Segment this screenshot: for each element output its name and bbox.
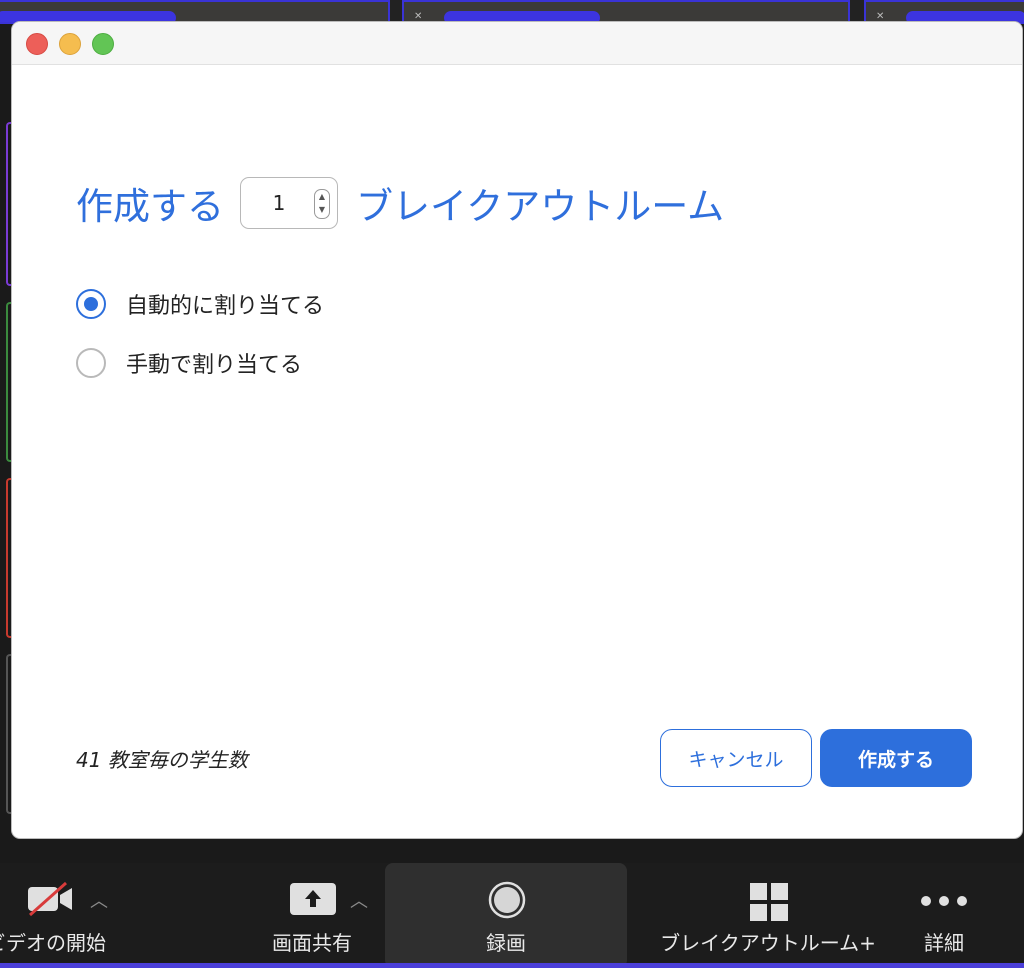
close-window-button[interactable] [26, 33, 48, 55]
students-per-room-text: 41 教室毎の学生数 [76, 748, 248, 772]
participant-tile [0, 0, 390, 24]
share-screen-icon [290, 883, 336, 915]
room-count-headline: 作成する 1 ▲ ▼ ブレイクアウトルーム [76, 174, 724, 232]
maximize-window-button[interactable] [92, 33, 114, 55]
start-video-button[interactable]: ︿ ビデオの開始 [0, 863, 130, 968]
participant-tiles: ✕ ✕ [0, 0, 1024, 24]
headline-suffix: ブレイクアウトルーム [356, 185, 725, 228]
more-label[interactable]: 詳細 [900, 927, 988, 956]
headline-prefix: 作成する [76, 185, 224, 228]
share-screen-button[interactable]: ︿ 画面共有 [250, 863, 380, 968]
video-options-chevron-icon[interactable]: ︿ [90, 887, 108, 913]
mic-muted-icon: ✕ [876, 11, 885, 22]
share-options-chevron-icon[interactable]: ︿ [350, 887, 368, 913]
create-button[interactable]: 作成する [820, 729, 972, 787]
create-breakout-rooms-dialog: 作成する 1 ▲ ▼ ブレイクアウトルーム 自動的に割り当てる 手動で割り当てる … [12, 22, 1022, 838]
start-video-label[interactable]: ビデオの開始 [0, 927, 116, 956]
cancel-button[interactable]: キャンセル [660, 729, 812, 787]
record-button[interactable]: 録画 [385, 863, 627, 968]
room-count-stepper[interactable]: 1 ▲ ▼ [240, 177, 338, 229]
meeting-toolbar: ︿ ビデオの開始 ︿ 画面共有 録画 ブレイクアウトルーム+ [0, 863, 1024, 968]
minimize-window-button[interactable] [59, 33, 81, 55]
breakout-rooms-label[interactable]: ブレイクアウトルーム+ [648, 927, 888, 956]
record-icon [488, 881, 526, 919]
room-count-value[interactable]: 1 [241, 191, 317, 215]
stepper-arrows-icon[interactable]: ▲ ▼ [314, 189, 330, 219]
window-titlebar [12, 22, 1022, 65]
assign-automatically-radio[interactable] [76, 289, 106, 319]
assign-automatically-option[interactable]: 自動的に割り当てる [76, 288, 324, 320]
breakout-rooms-button[interactable]: ブレイクアウトルーム+ [648, 863, 888, 968]
bottom-accent-line [0, 963, 1024, 968]
grid-icon [750, 883, 788, 921]
participant-tile: ✕ [864, 0, 1024, 24]
more-button[interactable]: 詳細 [900, 863, 988, 968]
record-label[interactable]: 録画 [385, 927, 627, 956]
participant-tile: ✕ [402, 0, 850, 24]
assign-automatically-label[interactable]: 自動的に割り当てる [126, 288, 324, 320]
share-screen-label[interactable]: 画面共有 [250, 927, 374, 956]
assign-manually-radio[interactable] [76, 348, 106, 378]
mic-muted-icon: ✕ [414, 11, 423, 22]
assign-manually-label[interactable]: 手動で割り当てる [126, 347, 302, 379]
assign-manually-option[interactable]: 手動で割り当てる [76, 347, 302, 379]
more-dots-icon [921, 896, 967, 906]
video-off-icon [28, 881, 72, 917]
